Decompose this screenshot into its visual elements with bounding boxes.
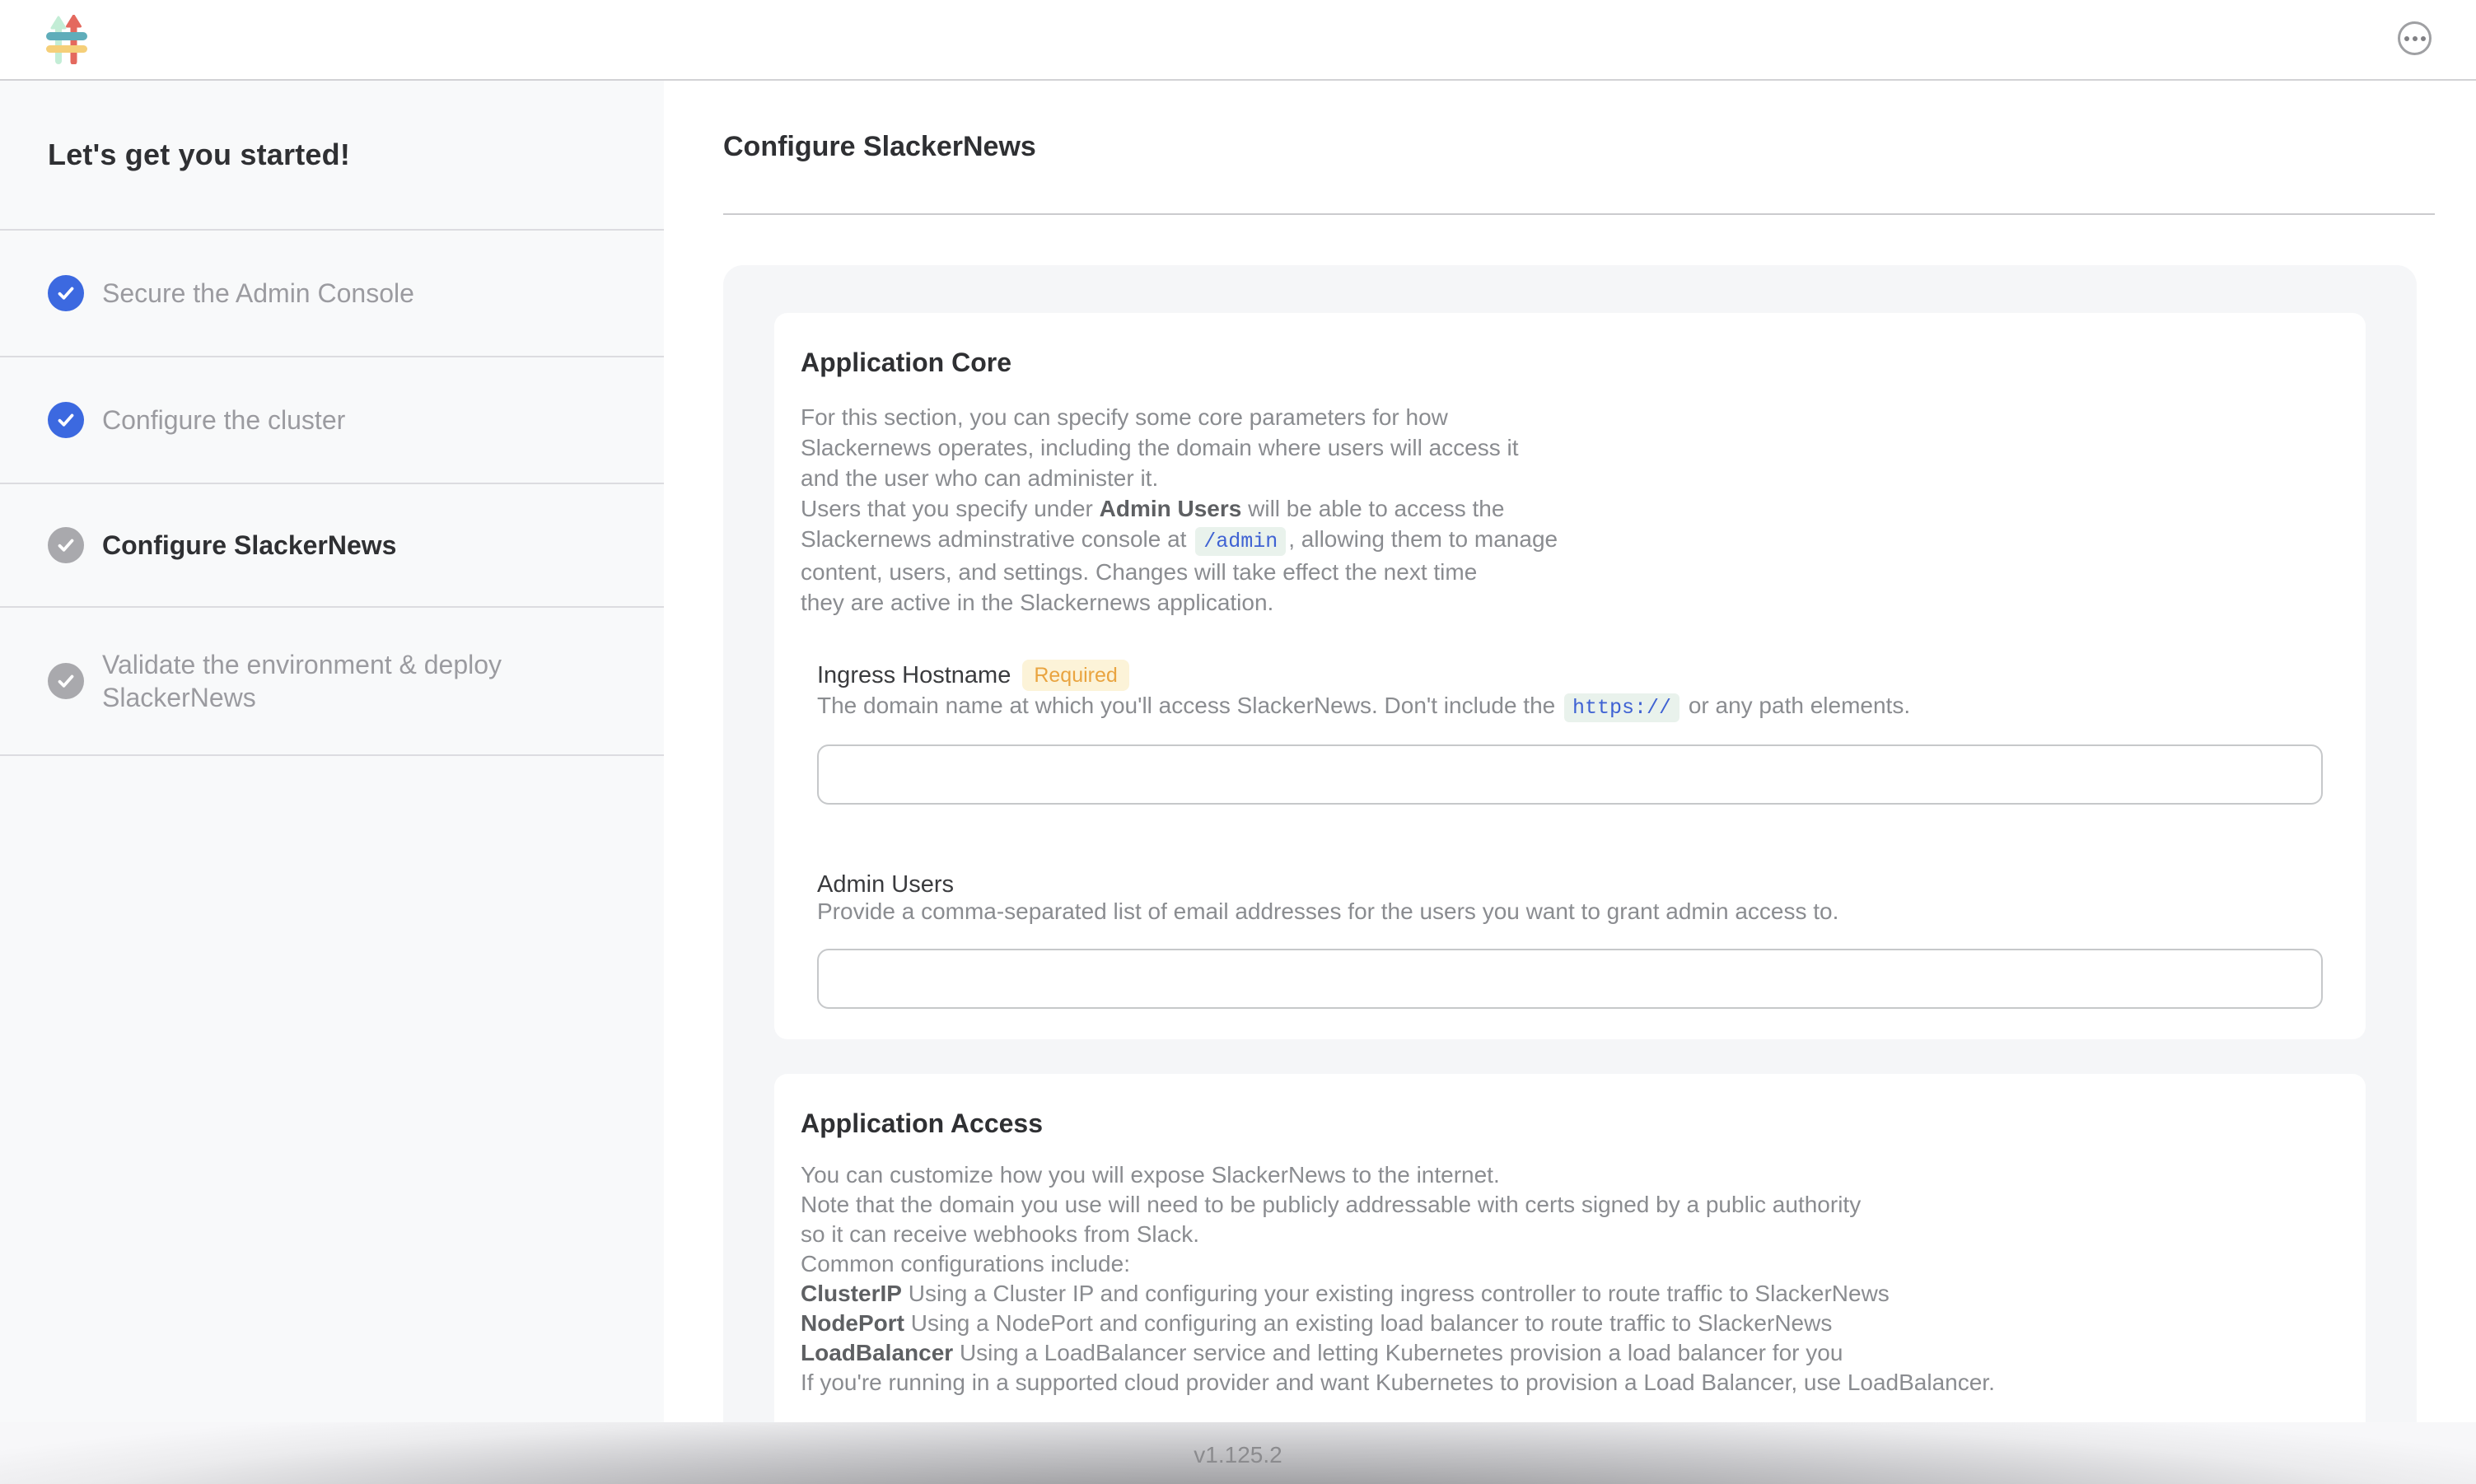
card-title: Application Access [801,1108,2339,1138]
card-description: You can customize how you will expose Sl… [801,1160,2339,1398]
field-label: Admin Users [817,872,954,897]
sidebar-step-configure-slackernews[interactable]: Configure SlackerNews [0,484,664,608]
check-circle-icon [48,527,84,563]
check-circle-icon [48,663,84,699]
step-label: Configure SlackerNews [102,529,396,562]
admin-users-input[interactable] [817,949,2323,1009]
version-label: v1.125.2 [0,1422,2476,1468]
card-title: Application Core [801,348,2339,377]
main-content: Configure SlackerNews Application Core F… [664,81,2476,1422]
sidebar-step-configure-cluster[interactable]: Configure the cluster [0,357,664,484]
step-label: Configure the cluster [102,404,345,436]
field-label: Ingress Hostname [817,663,1011,688]
app-window: Let's get you started! Secure the Admin … [0,0,2476,1484]
sidebar-step-validate-deploy[interactable]: Validate the environment & deploy Slacke… [0,608,664,756]
sidebar-step-secure-admin-console[interactable]: Secure the Admin Console [0,231,664,357]
top-header [0,0,2476,81]
field-label-row: Ingress Hostname Required [817,660,2323,691]
application-access-card: Application Access You can customize how… [774,1074,2366,1422]
setup-steps-sidebar: Let's get you started! Secure the Admin … [0,81,664,1422]
application-core-card: Application Core For this section, you c… [774,313,2366,1039]
app-footer: v1.125.2 [0,1422,2476,1484]
check-circle-icon [48,275,84,311]
title-divider [723,213,2435,215]
admin-users-field-group: Admin Users Provide a comma-separated li… [817,872,2323,1009]
sidebar-title: Let's get you started! [48,138,350,172]
card-description: For this section, you can specify some c… [801,402,2339,618]
field-help-text: Provide a comma-separated list of email … [817,897,2323,926]
ingress-hostname-field-group: Ingress Hostname Required The domain nam… [817,660,2323,805]
ingress-hostname-input[interactable] [817,744,2323,805]
config-panel: Application Core For this section, you c… [723,265,2417,1422]
field-help-text: The domain name at which you'll access S… [817,691,2323,723]
slackernews-logo-icon [45,15,88,64]
step-label: Validate the environment & deploy Slacke… [102,648,580,714]
sidebar-title-block: Let's get you started! [0,81,664,231]
required-badge: Required [1022,660,1128,691]
field-label-row: Admin Users [817,872,2323,897]
step-label: Secure the Admin Console [102,277,414,310]
page-title: Configure SlackerNews [723,129,1036,164]
check-circle-icon [48,402,84,438]
ellipsis-menu-icon[interactable] [2398,21,2432,55]
